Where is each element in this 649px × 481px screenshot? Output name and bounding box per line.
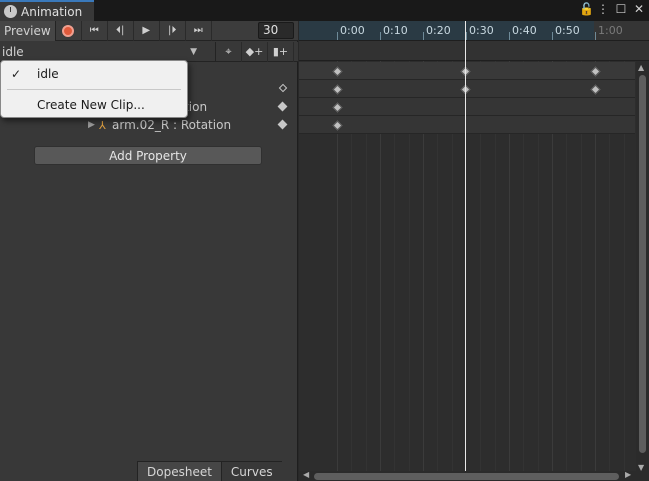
record-button[interactable]: [56, 20, 82, 41]
property-label: arm.02_R : Rotation: [112, 118, 232, 132]
clip-dropdown-menu: ✓ idle Create New Clip...: [0, 60, 188, 118]
ruler-label: 0:20: [426, 24, 451, 37]
next-key-icon: |⏵: [168, 25, 177, 36]
horizontal-scroll-thumb[interactable]: [314, 473, 619, 480]
scroll-left-icon[interactable]: ◀: [303, 470, 309, 479]
lock-icon[interactable]: 🔓: [579, 2, 594, 16]
tab-animation-label: Animation: [21, 4, 83, 19]
chevron-down-icon: ▼: [190, 46, 197, 57]
window-controls: 🔓 ⋮ ☐ ✕: [579, 2, 645, 16]
more-icon[interactable]: ⋮: [597, 2, 609, 16]
ruler-label: 0:00: [340, 24, 365, 37]
clip-bar: idle ▼ ⌖ ◆+ ▮+: [0, 41, 298, 62]
ruler-label: 1:00: [598, 24, 623, 37]
ruler-tick: [552, 32, 553, 40]
timeline-panel[interactable]: 0:00 0:10 0:20 0:30 0:40 0:50 1:00 ▲ ▼ ◀…: [299, 21, 649, 481]
playback-toolbar: Preview ⏮ ⏴| ▶ |⏵ ⏭ 30: [0, 20, 298, 41]
keyframe-dot-icon[interactable]: [277, 119, 288, 130]
clock-icon: [4, 5, 17, 18]
ruler-tick: [380, 32, 381, 40]
keyframe-dot-icon[interactable]: [277, 101, 288, 112]
bone-transform-icon: ⅄: [99, 118, 106, 132]
crosshair-icon: ⌖: [225, 44, 232, 58]
last-key-icon: ⏭: [193, 25, 203, 36]
window-tab-strip: Animation 🔓 ⋮ ☐ ✕: [0, 0, 649, 21]
event-lane[interactable]: [299, 41, 649, 61]
view-mode-tabs: Dopesheet Curves: [137, 461, 282, 481]
menu-item-idle[interactable]: ✓ idle: [1, 63, 187, 85]
ruler-tick: [337, 32, 338, 40]
ruler-label: 0:50: [555, 24, 580, 37]
vertical-scroll-thumb[interactable]: [639, 75, 646, 453]
ruler-label: 0:10: [383, 24, 408, 37]
first-key-button[interactable]: ⏮: [82, 20, 108, 41]
maximize-icon[interactable]: ☐: [615, 2, 627, 16]
add-event-button[interactable]: ▮+: [268, 41, 294, 62]
keyframe-diamond-icon[interactable]: [278, 83, 288, 93]
play-icon: ▶: [142, 25, 151, 36]
frame-input[interactable]: 30: [258, 22, 294, 39]
prev-key-button[interactable]: ⏴|: [108, 20, 134, 41]
preview-button[interactable]: Preview: [0, 20, 56, 41]
menu-item-label: idle: [37, 67, 59, 81]
ruler-tick: [595, 32, 596, 40]
ruler-label: 0:40: [512, 24, 537, 37]
tab-animation[interactable]: Animation: [0, 0, 94, 21]
ruler-tick: [423, 32, 424, 40]
ruler-tick: [509, 32, 510, 40]
ruler-tick: [466, 32, 467, 40]
menu-separator: [7, 89, 181, 90]
play-button[interactable]: ▶: [134, 20, 160, 41]
scroll-up-icon[interactable]: ▲: [638, 63, 644, 72]
add-property-button[interactable]: Add Property: [34, 146, 262, 165]
menu-item-label: Create New Clip...: [37, 98, 145, 112]
ruler-label: 0:30: [469, 24, 494, 37]
add-keyframe-icon: ◆+: [245, 45, 264, 58]
dopesheet-row[interactable]: [299, 98, 635, 116]
horizontal-scrollbar[interactable]: ◀ ▶: [299, 470, 649, 481]
dopesheet-row[interactable]: [299, 116, 635, 134]
add-event-icon: ▮+: [272, 45, 289, 58]
playhead[interactable]: [465, 21, 466, 471]
add-keyframe-button[interactable]: ◆+: [242, 41, 268, 62]
foldout-arrow-icon[interactable]: ▶: [88, 120, 95, 130]
tab-dopesheet[interactable]: Dopesheet: [137, 461, 221, 481]
tab-curves[interactable]: Curves: [220, 461, 282, 481]
checkmark-icon: ✓: [11, 67, 22, 81]
next-key-button[interactable]: |⏵: [160, 20, 186, 41]
scroll-right-icon[interactable]: ▶: [625, 470, 631, 479]
record-icon: [62, 24, 75, 37]
clip-selector[interactable]: idle ▼: [0, 41, 216, 62]
filter-by-selection-button[interactable]: ⌖: [216, 41, 242, 62]
time-ruler[interactable]: 0:00 0:10 0:20 0:30 0:40 0:50 1:00: [299, 21, 649, 41]
vertical-scrollbar[interactable]: ▲ ▼: [636, 61, 649, 473]
property-row[interactable]: ▶ ⅄ arm.02_R : Rotation: [0, 116, 298, 134]
clip-selector-value: idle: [2, 44, 24, 59]
close-icon[interactable]: ✕: [633, 2, 645, 16]
last-key-button[interactable]: ⏭: [186, 20, 212, 41]
first-key-icon: ⏮: [89, 25, 99, 36]
menu-item-create-new-clip[interactable]: Create New Clip...: [1, 94, 187, 116]
prev-key-icon: ⏴|: [116, 25, 125, 36]
